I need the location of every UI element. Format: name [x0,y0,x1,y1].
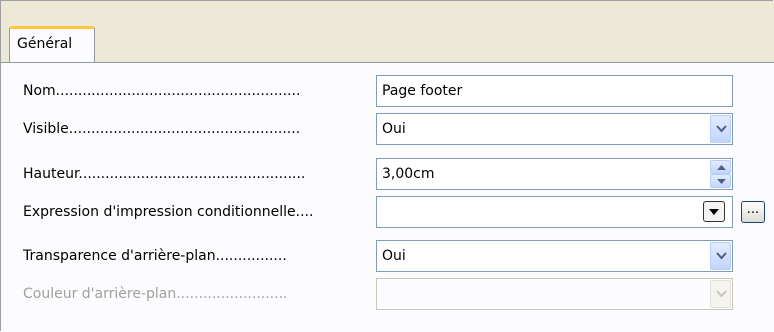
tab-strip: Général [1,1,774,64]
ellipsis-icon: ... [746,202,760,217]
name-label: Nom.....................................… [23,83,301,99]
tab-general-label: Général [17,36,73,52]
conditional-print-field[interactable] [376,196,733,228]
property-row-name: Nom.....................................… [23,75,763,107]
height-value: 3,00cm [382,166,435,182]
property-row-visible: Visible.................................… [23,113,763,145]
bg-color-select [376,278,733,310]
visible-dropdown-button[interactable] [710,115,731,143]
property-row-bg-transparency: Transparence d'arrière-plan.............… [23,240,763,272]
bg-transparency-dropdown-button[interactable] [710,242,731,270]
height-spin-up-button[interactable] [710,160,731,174]
properties-panel: Nom.....................................… [1,62,774,332]
chevron-down-icon [716,252,727,260]
visible-select[interactable]: Oui [376,113,733,145]
tab-general[interactable]: Général [9,26,95,64]
property-row-height: Hauteur.................................… [23,158,763,190]
bg-transparency-select[interactable]: Oui [376,240,733,272]
bg-transparency-label: Transparence d'arrière-plan.............… [23,248,287,264]
spin-down-icon [717,179,726,184]
chevron-down-icon [716,125,727,133]
height-spin-down-button[interactable] [710,174,731,188]
conditional-print-dropdown-button[interactable] [703,201,725,222]
property-row-conditional-print: Expression d'impression conditionnelle..… [23,196,765,228]
property-row-bg-color: Couleur d'arrière-plan..................… [23,278,763,310]
bg-transparency-value: Oui [382,248,406,264]
chevron-down-icon [716,290,727,298]
name-field[interactable]: Page footer [376,75,733,107]
visible-value: Oui [382,121,406,137]
spin-up-icon [717,165,726,170]
bg-color-dropdown-button [710,280,731,308]
height-spinner [710,160,731,188]
name-value: Page footer [382,83,463,99]
conditional-print-ellipsis-button[interactable]: ... [741,201,765,223]
height-label: Hauteur.................................… [23,166,306,182]
chevron-down-icon [709,209,719,215]
visible-label: Visible.................................… [23,121,301,137]
height-spinfield[interactable]: 3,00cm [376,158,733,190]
bg-color-label: Couleur d'arrière-plan..................… [23,286,288,302]
conditional-print-label: Expression d'impression conditionnelle..… [23,204,314,220]
